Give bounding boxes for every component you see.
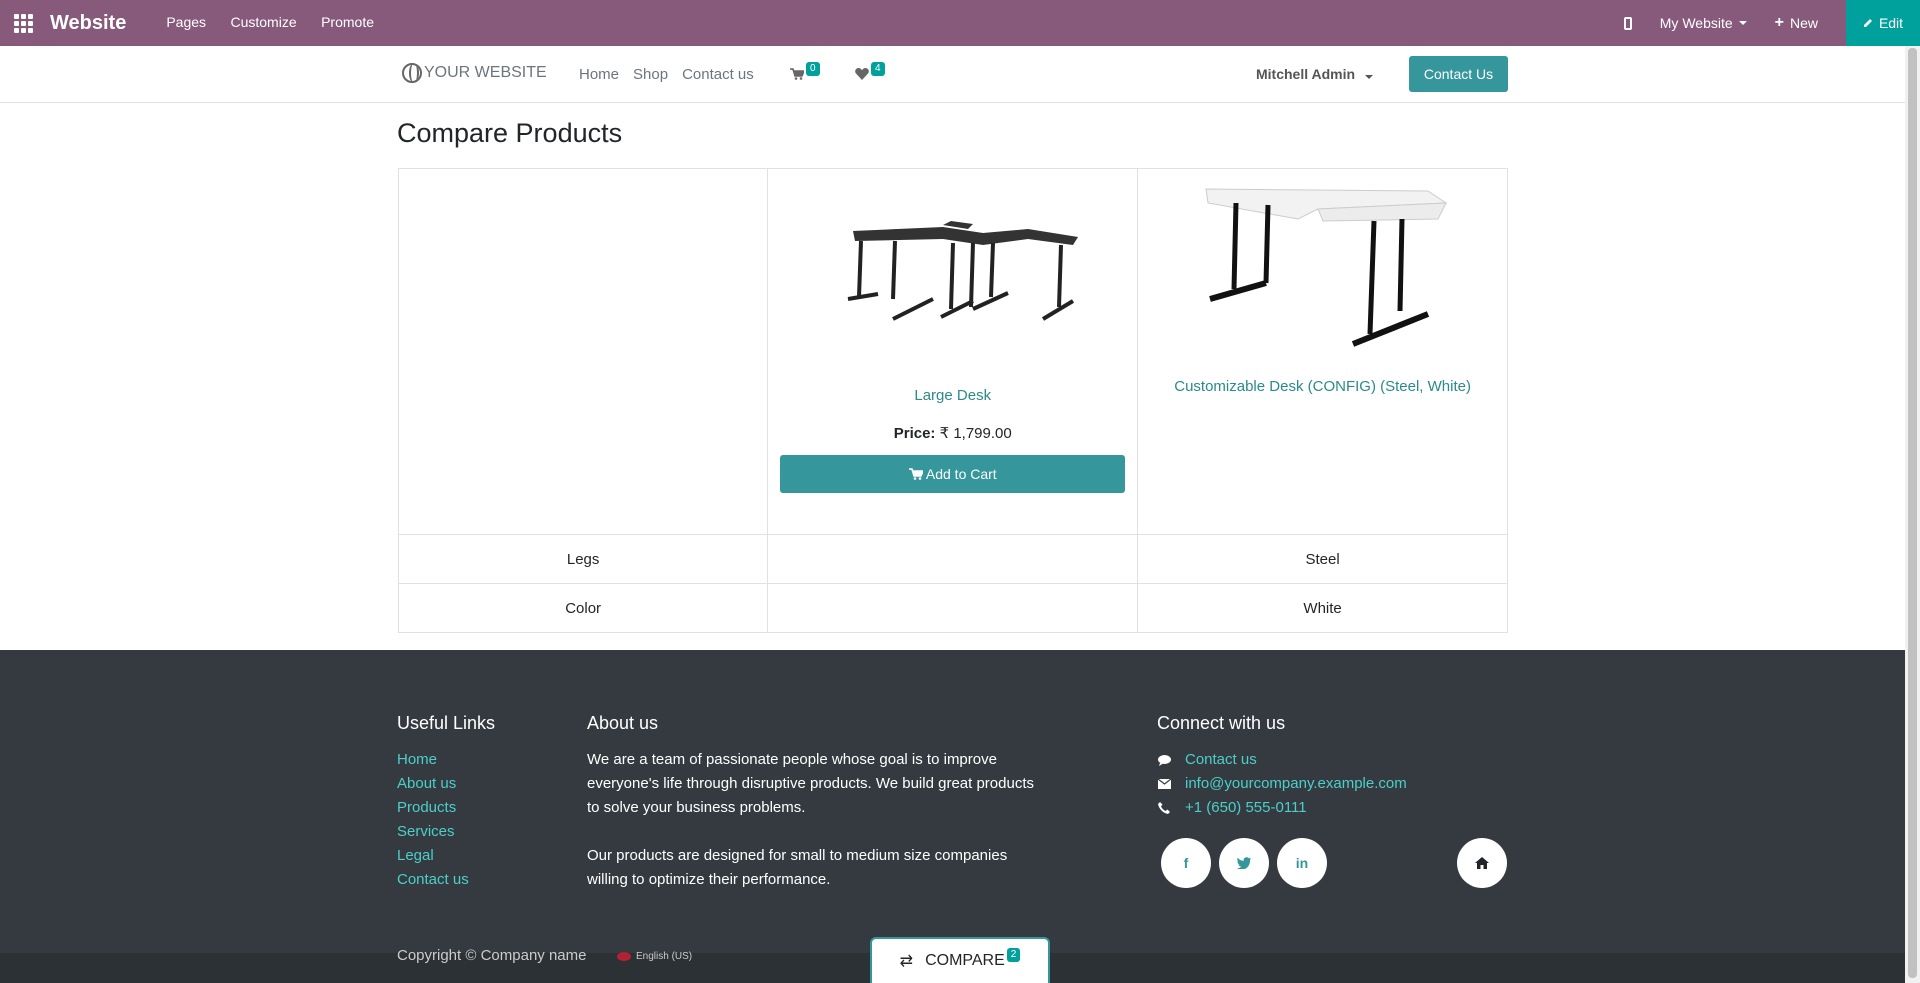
linkedin-icon[interactable]: in bbox=[1277, 838, 1327, 888]
nav-shop[interactable]: Shop bbox=[633, 66, 668, 83]
product-cell-customizable-desk: Customizable Desk (CONFIG) (Steel, White… bbox=[1137, 168, 1508, 535]
contact-us-button[interactable]: Contact Us bbox=[1409, 56, 1508, 92]
about-title: About us bbox=[587, 713, 659, 733]
attribute-value bbox=[767, 534, 1139, 584]
compare-label: COMPARE bbox=[925, 952, 1005, 969]
plus-icon: + bbox=[1774, 14, 1784, 31]
connect-contact-link[interactable]: Contact us bbox=[1157, 748, 1517, 772]
website-selector-label: My Website bbox=[1659, 15, 1733, 31]
edit-label: Edit bbox=[1878, 15, 1904, 31]
social-links: f in bbox=[1157, 838, 1517, 888]
twitter-icon[interactable] bbox=[1219, 838, 1269, 888]
new-label: New bbox=[1789, 15, 1818, 31]
menu-customize[interactable]: Customize bbox=[230, 14, 296, 30]
attribute-value: Steel bbox=[1137, 534, 1508, 584]
product-image-customizable-desk[interactable] bbox=[1188, 179, 1458, 354]
compare-table: Large Desk Price: ₹ 1,799.00 Add to Cart bbox=[397, 168, 1508, 633]
site-header: YOUR WEBSITE Home Shop Contact us 0 4 Mi… bbox=[0, 46, 1905, 103]
globe-icon bbox=[402, 63, 422, 83]
exchange-icon: ⇄ bbox=[899, 953, 914, 970]
about-paragraph-1: We are a team of passionate people whose… bbox=[587, 751, 1034, 816]
connect-email-label: info@yourcompany.example.com bbox=[1185, 775, 1407, 792]
useful-links-title: Useful Links bbox=[397, 713, 496, 733]
wishlist-count-badge: 4 bbox=[871, 62, 885, 76]
admin-menu: Pages Customize Promote bbox=[166, 14, 394, 32]
chevron-down-icon bbox=[1738, 21, 1747, 25]
pencil-icon bbox=[1863, 19, 1872, 27]
new-button[interactable]: + New bbox=[1775, 14, 1818, 32]
connect-phone-label: +1 (650) 555-0111 bbox=[1185, 799, 1307, 816]
mobile-preview-button[interactable] bbox=[1623, 16, 1632, 30]
apps-menu-icon[interactable] bbox=[0, 0, 46, 46]
comment-icon bbox=[1157, 754, 1171, 766]
facebook-icon[interactable]: f bbox=[1161, 838, 1211, 888]
product-cell-large-desk: Large Desk Price: ₹ 1,799.00 Add to Cart bbox=[767, 168, 1139, 535]
product-row: Large Desk Price: ₹ 1,799.00 Add to Cart bbox=[397, 168, 1508, 535]
us-flag-icon bbox=[617, 952, 631, 961]
edit-button[interactable]: Edit bbox=[1846, 0, 1920, 46]
copyright-text: Copyright © Company name bbox=[397, 947, 587, 964]
about-section: About us We are a team of passionate peo… bbox=[587, 713, 1047, 916]
envelope-icon bbox=[1157, 778, 1171, 790]
nav-contact[interactable]: Contact us bbox=[682, 66, 754, 83]
vertical-scrollbar[interactable] bbox=[1905, 46, 1920, 983]
footer-link-products[interactable]: Products bbox=[397, 796, 495, 820]
attribute-value bbox=[767, 583, 1139, 633]
product-image-large-desk[interactable] bbox=[823, 169, 1083, 359]
nav-home[interactable]: Home bbox=[579, 66, 619, 83]
language-label: English (US) bbox=[636, 951, 693, 962]
price-label: Price: bbox=[893, 425, 936, 442]
footer: Useful Links Home About us Products Serv… bbox=[0, 650, 1905, 953]
website-selector[interactable]: My Website bbox=[1660, 15, 1747, 31]
connect-email-link[interactable]: info@yourcompany.example.com bbox=[1157, 772, 1517, 796]
logo-text: YOUR WEBSITE bbox=[424, 64, 547, 81]
footer-link-about[interactable]: About us bbox=[397, 772, 495, 796]
footer-link-home[interactable]: Home bbox=[397, 748, 495, 772]
attribute-name: Color bbox=[397, 583, 769, 633]
attribute-value: White bbox=[1137, 583, 1508, 633]
product-name-customizable-desk[interactable]: Customizable Desk (CONFIG) (Steel, White… bbox=[1138, 378, 1507, 395]
about-paragraph-2: Our products are designed for small to m… bbox=[587, 847, 1008, 888]
menu-promote[interactable]: Promote bbox=[321, 14, 374, 30]
compare-button[interactable]: ⇄ COMPARE 2 bbox=[870, 937, 1050, 983]
menu-pages[interactable]: Pages bbox=[166, 14, 206, 30]
connect-section: Connect with us Contact us info@yourcomp… bbox=[1157, 713, 1517, 888]
cart-icon bbox=[790, 68, 804, 80]
mobile-icon bbox=[1623, 16, 1632, 30]
admin-navbar: Website Pages Customize Promote My Websi… bbox=[0, 0, 1920, 46]
app-title: Website bbox=[50, 11, 127, 34]
heart-icon bbox=[855, 68, 869, 80]
cart-link[interactable]: 0 bbox=[790, 62, 820, 80]
connect-phone-link[interactable]: +1 (650) 555-0111 bbox=[1157, 796, 1517, 820]
compare-count-badge: 2 bbox=[1006, 948, 1021, 962]
site-logo[interactable]: YOUR WEBSITE bbox=[402, 63, 547, 83]
add-to-cart-button[interactable]: Add to Cart bbox=[780, 455, 1126, 493]
home-icon[interactable] bbox=[1457, 838, 1507, 888]
footer-link-legal[interactable]: Legal bbox=[397, 844, 495, 868]
attribute-row-legs: Legs Steel bbox=[397, 534, 1508, 584]
footer-link-contact[interactable]: Contact us bbox=[397, 868, 495, 892]
connect-contact-label: Contact us bbox=[1185, 751, 1257, 768]
useful-links-section: Useful Links Home About us Products Serv… bbox=[397, 713, 495, 892]
user-name: Mitchell Admin bbox=[1256, 66, 1356, 82]
chevron-down-icon bbox=[1364, 75, 1373, 79]
site-nav: Home Shop Contact us bbox=[579, 66, 768, 83]
footer-link-services[interactable]: Services bbox=[397, 820, 495, 844]
product-name-large-desk[interactable]: Large Desk bbox=[768, 387, 1137, 404]
wishlist-link[interactable]: 4 bbox=[855, 62, 885, 80]
language-selector[interactable]: English (US) bbox=[617, 951, 692, 962]
product-price: ₹ 1,799.00 bbox=[939, 425, 1012, 442]
cart-count-badge: 0 bbox=[806, 62, 820, 76]
product-price-line: Price: ₹ 1,799.00 bbox=[768, 424, 1137, 442]
page-title: Compare Products bbox=[397, 118, 623, 148]
cart-icon bbox=[908, 468, 924, 480]
scrollbar-thumb[interactable] bbox=[1908, 48, 1917, 978]
phone-icon bbox=[1157, 802, 1171, 814]
attribute-row-color: Color White bbox=[397, 583, 1508, 633]
empty-cell bbox=[397, 168, 769, 535]
user-menu[interactable]: Mitchell Admin bbox=[1256, 66, 1373, 82]
attribute-name: Legs bbox=[397, 534, 769, 584]
connect-title: Connect with us bbox=[1157, 713, 1286, 733]
add-to-cart-label: Add to Cart bbox=[925, 466, 997, 482]
